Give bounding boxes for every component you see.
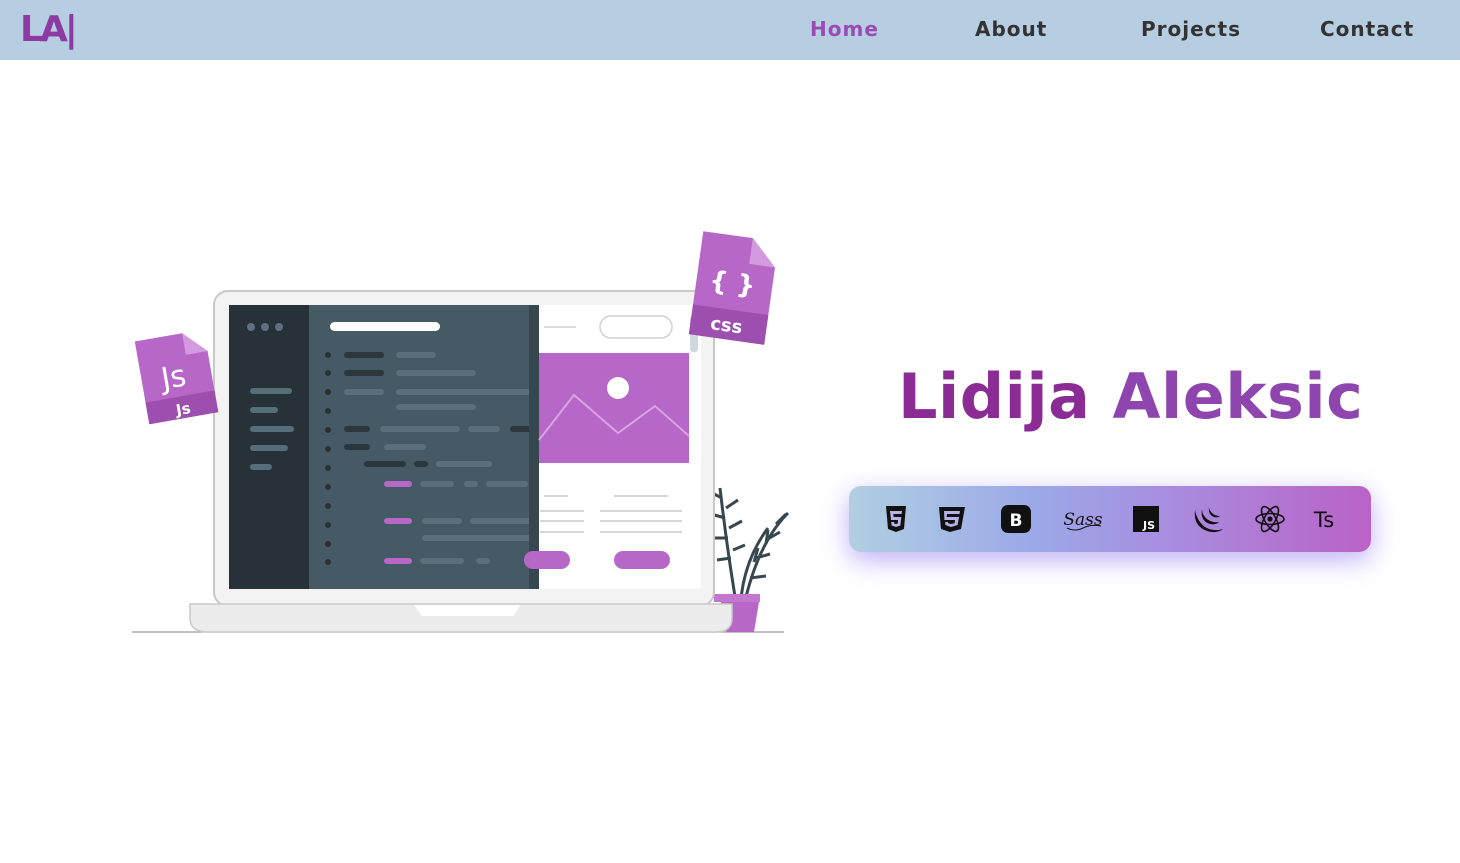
last-name: Aleksic: [1112, 360, 1364, 433]
typescript-icon: Ts: [1307, 502, 1341, 536]
first-name: Lidija: [898, 360, 1091, 433]
logo[interactable]: LA|: [20, 8, 78, 52]
react-icon: [1253, 502, 1287, 536]
javascript-icon: JS: [1129, 502, 1163, 536]
svg-text:B: B: [1010, 511, 1023, 531]
html5-icon: [879, 502, 913, 536]
svg-text:Ts: Ts: [1313, 508, 1334, 532]
js-file-icon: Js Js: [134, 333, 219, 425]
bootstrap-icon: B: [999, 502, 1033, 536]
navbar: LA| Home About Projects Contact: [0, 0, 1460, 60]
svg-text:JS: JS: [1142, 519, 1155, 532]
nav-link-home[interactable]: Home: [810, 17, 879, 41]
hero-illustration: Js Js { } css: [128, 228, 800, 644]
nav-link-projects[interactable]: Projects: [1141, 17, 1241, 41]
hero-name: Lidija Aleksic: [898, 360, 1363, 434]
nav-link-about[interactable]: About: [975, 17, 1047, 41]
css-file-braces: { }: [707, 266, 757, 302]
jquery-icon: [1191, 502, 1225, 536]
nav-link-contact[interactable]: Contact: [1320, 17, 1414, 41]
tech-stack-bar: B Sass JS Ts: [849, 486, 1371, 552]
svg-text:Sass: Sass: [1063, 510, 1103, 530]
css-file-icon: { } css: [688, 231, 775, 345]
css-file-label: css: [709, 313, 744, 338]
css3-icon: [935, 502, 969, 536]
js-file-small-label: Js: [174, 399, 192, 419]
sass-icon: Sass: [1063, 502, 1103, 536]
